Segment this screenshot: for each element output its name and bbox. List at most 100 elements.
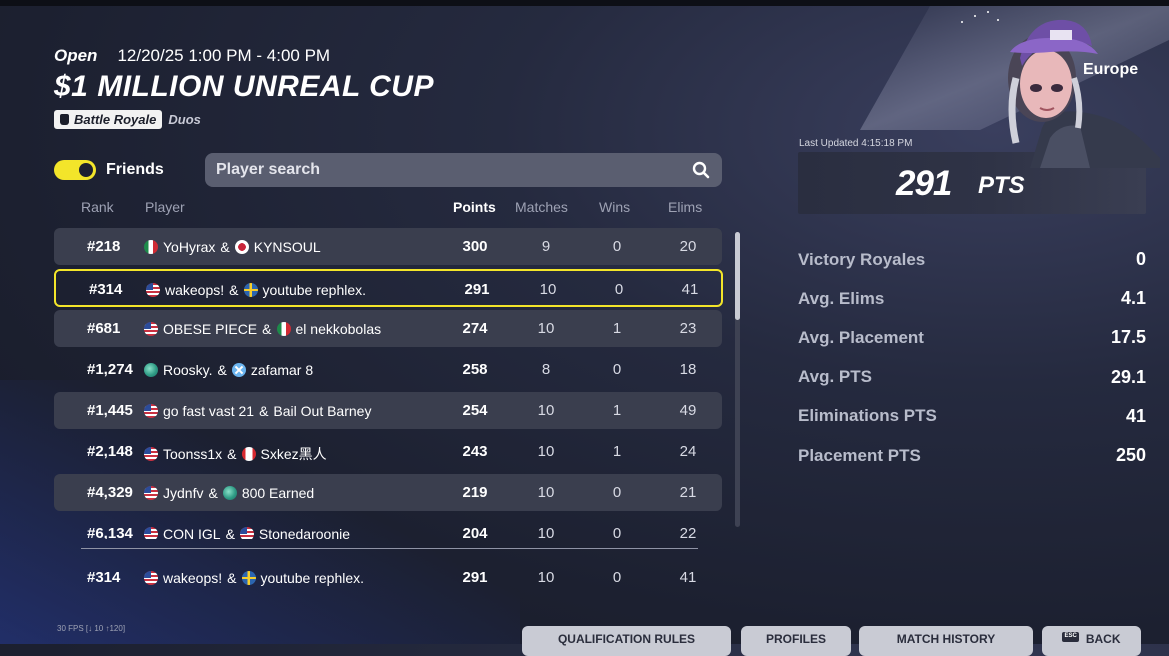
se-flag-icon: [241, 571, 256, 585]
match-history-button[interactable]: MATCH HISTORY: [859, 626, 1033, 656]
tournament-datetime: 12/20/25 1:00 PM - 4:00 PM: [117, 46, 331, 65]
table-row[interactable]: #681 OBESE PIECE & el nekkobolas 274 10 1 23: [54, 310, 722, 347]
table-row[interactable]: #1,445 go fast vast 21 & Bail Out Barney 254…: [54, 392, 722, 429]
points-value: 258: [462, 361, 488, 378]
player-names: YoHyrax & KYNSOUL: [144, 239, 321, 255]
col-matches: Matches: [515, 199, 568, 215]
us-flag-icon: [144, 322, 158, 336]
player-stats: Victory Royales 0 Avg. Elims 4.1 Avg. Placem…: [798, 240, 1146, 475]
matches-value: 10: [537, 525, 555, 539]
matches-value: 10: [537, 443, 555, 460]
table-row[interactable]: #218 YoHyrax & KYNSOUL 300 9 0 20: [54, 228, 722, 265]
wins-value: 1: [612, 320, 622, 337]
stat-value: 250: [1115, 445, 1146, 466]
rank-value: #314: [87, 569, 121, 586]
toggle-knob: [79, 163, 93, 177]
profiles-button[interactable]: PROFILES: [741, 626, 851, 656]
wins-value: 0: [612, 569, 622, 586]
rank-value: #681: [87, 320, 121, 337]
match-history-label: MATCH HISTORY: [896, 632, 996, 646]
mx-flag-icon: [144, 240, 158, 254]
scrollbar-thumb[interactable]: [735, 232, 740, 320]
stat-label: Avg. Placement: [798, 327, 924, 347]
qualification-rules-label: QUALIFICATION RULES: [557, 632, 696, 646]
friends-label: Friends: [106, 161, 164, 178]
scrollbar[interactable]: [735, 232, 740, 527]
elims-value: 41: [679, 569, 697, 586]
globe-flag-icon: [222, 486, 237, 500]
qualification-rules-button[interactable]: QUALIFICATION RULES: [522, 626, 731, 656]
points-value: 291: [464, 281, 490, 298]
pinned-row[interactable]: #314 wakeops! & youtube rephlex. 291 10 0 41: [54, 559, 722, 596]
search-input[interactable]: [205, 160, 678, 180]
esc-key-icon: ESC: [1062, 632, 1079, 642]
us-flag-icon: [144, 447, 158, 461]
pinned-player-row[interactable]: #314 wakeops! & youtube rephlex. 291 10 0 41: [54, 559, 724, 596]
points-value: 204: [462, 525, 488, 539]
rank-value: #218: [87, 238, 121, 255]
stat-row: Victory Royales 0: [798, 240, 1146, 279]
friends-toggle[interactable]: Friends: [54, 160, 164, 180]
stat-value: 41: [1125, 405, 1146, 426]
wins-value: 0: [612, 525, 622, 539]
mode-label: Battle Royale: [74, 112, 157, 127]
col-player: Player: [145, 199, 185, 215]
points-value: 274: [462, 320, 488, 337]
player-names: OBESE PIECE & el nekkobolas: [144, 321, 381, 337]
rank-value: #2,148: [87, 443, 133, 460]
us-flag-icon: [239, 527, 254, 539]
player-names: CON IGL & Stonedaroonie: [144, 526, 350, 539]
rank-value: #6,134: [87, 525, 133, 539]
player-two-name: KYNSOUL: [253, 239, 321, 255]
stat-label: Placement PTS: [798, 445, 921, 465]
table-row[interactable]: #2,148 Toonss1x & Sxkez黑人 243 10 1 24: [54, 433, 722, 470]
points-unit: PTS: [978, 172, 1025, 199]
elims-value: 21: [679, 484, 697, 501]
profiles-label: PROFILES: [765, 632, 826, 646]
matches-value: 10: [537, 320, 555, 337]
toggle-switch[interactable]: [54, 160, 96, 180]
player-two-name: Sxkez黑人: [260, 446, 327, 462]
player-two-name: zafamar 8: [250, 362, 314, 378]
rank-value: #314: [89, 281, 123, 298]
table-row[interactable]: #6,134 CON IGL & Stonedaroonie 204 10 0 22: [54, 515, 722, 539]
table-row[interactable]: #1,274 Roosky. & zafamar 8 258 8 0 18: [54, 351, 722, 388]
wins-value: 0: [614, 281, 624, 298]
player-one-name: wakeops!: [165, 282, 225, 298]
stat-value: 29.1: [1110, 366, 1146, 387]
player-two-name: youtube rephlex.: [262, 282, 367, 298]
matches-value: 10: [537, 484, 555, 501]
player-names: Jydnfv & 800 Earned: [144, 485, 314, 501]
rank-value: #1,445: [87, 402, 133, 419]
search-icon[interactable]: [692, 161, 710, 179]
tournament-header: Open 12/20/25 1:00 PM - 4:00 PM $1 MILLI…: [54, 46, 434, 129]
stat-value: 0: [1135, 249, 1146, 270]
player-search[interactable]: [205, 153, 722, 187]
points-value: 243: [462, 443, 488, 460]
back-button[interactable]: ESC BACK: [1042, 626, 1141, 656]
us-flag-icon: [144, 527, 158, 539]
stat-row: Eliminations PTS 41: [798, 397, 1146, 436]
player-one-name: CON IGL: [163, 526, 221, 539]
player-names: Roosky. & zafamar 8: [144, 362, 313, 378]
ampersand: &: [227, 446, 237, 462]
points-value: 219: [462, 484, 488, 501]
elims-value: 24: [679, 443, 697, 460]
matches-value: 9: [541, 238, 551, 255]
matches-value: 8: [541, 361, 551, 378]
stat-value: 17.5: [1110, 327, 1146, 348]
ampersand: &: [220, 239, 230, 255]
back-label: BACK: [1085, 632, 1121, 646]
elims-value: 22: [679, 525, 697, 539]
wins-value: 1: [612, 402, 622, 419]
top-bar: [0, 0, 1169, 6]
mode-badge: Battle Royale: [54, 110, 163, 129]
points-value: 254: [462, 402, 488, 419]
table-row[interactable]: #314 wakeops! & youtube rephlex. 291 10 0 41: [54, 269, 723, 307]
last-updated: Last Updated 4:15:18 PM: [799, 138, 913, 149]
globe-flag-icon: [144, 363, 158, 377]
col-rank: Rank: [81, 199, 114, 215]
stat-row: Placement PTS 250: [798, 436, 1146, 475]
table-row[interactable]: #4,329 Jydnfv & 800 Earned 219 10 0 21: [54, 474, 722, 511]
col-points: Points: [453, 199, 496, 215]
